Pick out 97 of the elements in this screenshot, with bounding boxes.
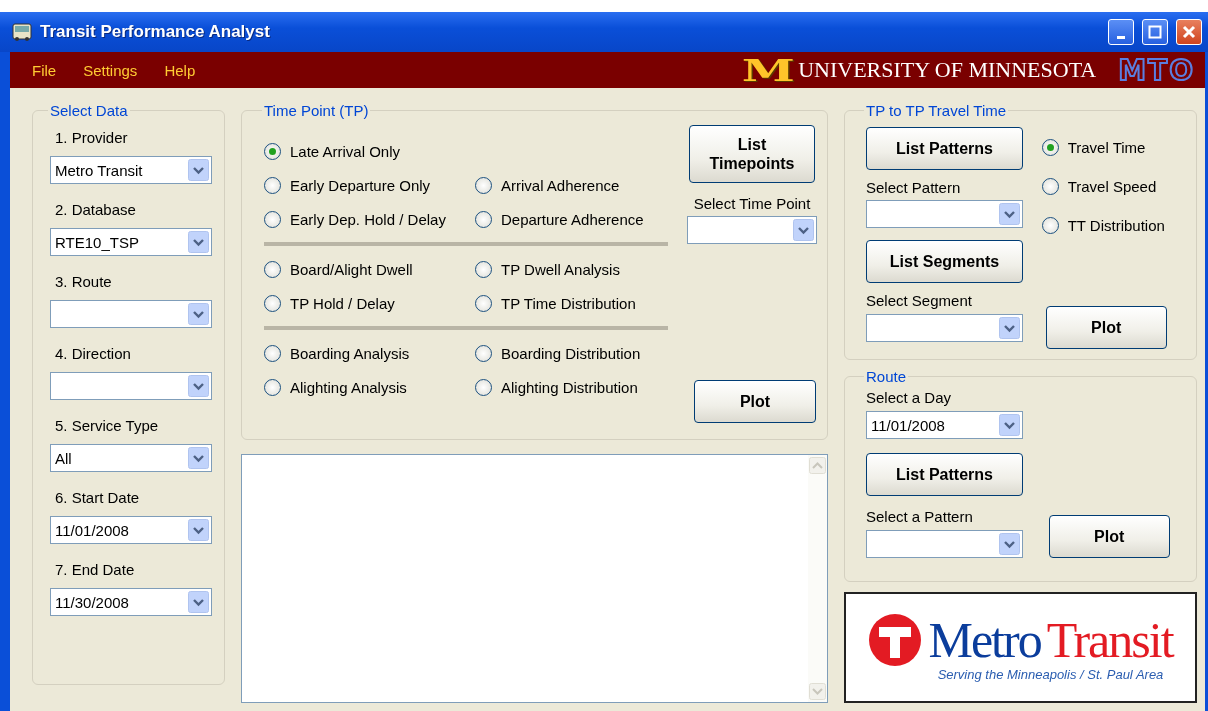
radio-button[interactable]: [264, 260, 281, 278]
close-button[interactable]: [1176, 19, 1202, 45]
dropdown[interactable]: All: [50, 444, 212, 472]
minimize-button[interactable]: [1108, 19, 1134, 45]
dropdown[interactable]: 11/01/2008: [50, 516, 212, 544]
radio-button[interactable]: [264, 294, 281, 312]
radio-button[interactable]: [264, 210, 281, 228]
radio-label: Early Departure Only: [290, 176, 431, 194]
chevron-down-icon: [793, 219, 814, 241]
dropdown[interactable]: 11/01/2008: [866, 411, 1023, 439]
radio-button[interactable]: [475, 378, 492, 396]
field-label: Select Time Point: [693, 195, 811, 212]
list-segments-button[interactable]: List Segments: [866, 240, 1023, 283]
logo-word: Transit: [1046, 614, 1173, 666]
chevron-down-icon: [999, 317, 1020, 339]
radio-label: Travel Speed: [1067, 177, 1157, 195]
chevron-down-icon: [999, 414, 1020, 436]
dropdown[interactable]: 11/30/2008: [50, 588, 212, 616]
field-label: 3. Route: [55, 273, 113, 290]
close-icon: [1182, 25, 1196, 39]
radio-button[interactable]: [1041, 177, 1059, 195]
radio-button[interactable]: [1041, 216, 1059, 234]
chevron-down-icon: [188, 231, 209, 253]
radio-button[interactable]: [264, 142, 281, 160]
field-label: Select Pattern: [866, 179, 962, 196]
chevron-down-icon: [999, 533, 1020, 555]
university-name: UNIVERSITY OF MINNESOTA: [798, 57, 1097, 83]
radio-button[interactable]: [264, 378, 281, 396]
university-logo-mark: M: [741, 52, 792, 88]
chevron-down-icon: [188, 447, 209, 469]
dropdown[interactable]: [50, 300, 212, 328]
list-patterns-button[interactable]: List Patterns: [866, 127, 1023, 170]
bus-icon: [12, 22, 32, 42]
field-label: 4. Direction: [55, 345, 132, 362]
minimize-icon: [1117, 35, 1125, 39]
logo-tagline: Serving the Minneapolis / St. Paul Area: [937, 667, 1164, 682]
group-title: Select Data: [49, 102, 129, 119]
group-title: TP to TP Travel Time: [865, 102, 1008, 119]
radio-label: Alighting Distribution: [501, 378, 638, 396]
radio-label: TT Distribution: [1067, 216, 1165, 234]
dropdown[interactable]: RTE10_TSP: [50, 228, 212, 256]
radio-button[interactable]: [264, 344, 281, 362]
field-label: 1. Provider: [55, 129, 129, 146]
radio-button[interactable]: [475, 344, 492, 362]
field-label: 7. End Date: [55, 561, 136, 578]
field-label: 2. Database: [55, 201, 137, 218]
radio-label: Late Arrival Only: [290, 142, 401, 160]
radio-label: Boarding Analysis: [290, 344, 410, 362]
chevron-down-icon: [188, 303, 209, 325]
radio-button[interactable]: [475, 210, 492, 228]
radio-button[interactable]: [475, 176, 492, 194]
logo-icon: [868, 613, 923, 667]
radio-button[interactable]: [1041, 138, 1059, 156]
radio-label: Board/Alight Dwell: [290, 260, 413, 278]
radio-button[interactable]: [475, 260, 492, 278]
field-label: Select Segment: [866, 292, 973, 309]
radio-label: TP Dwell Analysis: [501, 260, 620, 278]
dropdown[interactable]: [50, 372, 212, 400]
field-label: 6. Start Date: [55, 489, 141, 506]
maximize-button[interactable]: [1142, 19, 1168, 45]
dropdown[interactable]: Metro Transit: [50, 156, 212, 184]
dropdown[interactable]: [866, 200, 1023, 228]
logo-word: Metro: [928, 614, 1041, 666]
chevron-down-icon: [188, 591, 209, 613]
dropdown[interactable]: [687, 216, 817, 244]
menu-item[interactable]: File: [32, 61, 57, 79]
chevron-down-icon: [188, 375, 209, 397]
dropdown[interactable]: [866, 314, 1023, 342]
group-title: Time Point (TP): [263, 102, 370, 119]
list-timepoints-button[interactable]: List Timepoints: [689, 125, 815, 183]
menu-item[interactable]: Help: [164, 61, 196, 79]
dropdown[interactable]: [866, 530, 1023, 558]
radio-label: Alighting Analysis: [290, 378, 407, 396]
chevron-down-icon: [188, 159, 209, 181]
radio-label: TP Time Distribution: [501, 294, 636, 312]
radio-label: Departure Adherence: [501, 210, 644, 228]
radio-button[interactable]: [475, 294, 492, 312]
maximize-icon: [1148, 25, 1162, 39]
plot-button[interactable]: Plot: [1045, 306, 1167, 349]
chevron-down-icon: [188, 519, 209, 541]
radio-button[interactable]: [264, 176, 281, 194]
list-patterns-button[interactable]: List Patterns: [866, 453, 1023, 496]
radio-label: Early Dep. Hold / Delay: [290, 210, 446, 228]
window-title: Transit Performance Analyst: [40, 22, 271, 42]
field-label: Select a Day: [866, 389, 953, 406]
center-logo: MTO: [1118, 53, 1195, 87]
group-title: Route: [865, 368, 908, 385]
radio-label: Arrival Adherence: [501, 176, 620, 194]
chevron-down-icon: [999, 203, 1020, 225]
field-label: Select a Pattern: [866, 508, 974, 525]
radio-label: TP Hold / Delay: [290, 294, 395, 312]
radio-label: Travel Time: [1067, 138, 1146, 156]
plot-button[interactable]: Plot: [1048, 515, 1170, 558]
radio-label: Boarding Distribution: [501, 344, 641, 362]
plot-button[interactable]: Plot: [694, 380, 816, 423]
menu-item[interactable]: Settings: [83, 61, 138, 79]
field-label: 5. Service Type: [55, 417, 160, 434]
